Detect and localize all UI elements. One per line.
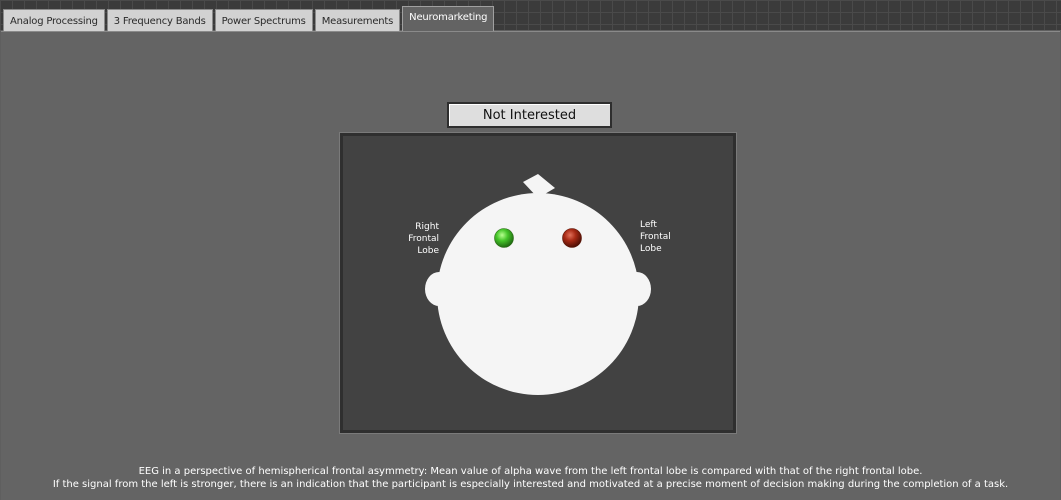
head-display-frame xyxy=(340,133,736,433)
head-shape xyxy=(437,193,639,395)
head-diagram xyxy=(425,174,651,395)
right-frontal-led xyxy=(494,228,514,248)
tab-3-frequency-bands[interactable]: 3 Frequency Bands xyxy=(106,9,213,32)
tab-bar: Analog Processing 3 Frequency Bands Powe… xyxy=(3,6,495,32)
tab-neuromarketing[interactable]: Neuromarketing xyxy=(402,6,495,32)
left-frontal-lobe-label: Left Frontal Lobe xyxy=(640,220,671,254)
interest-status-indicator: Not Interested xyxy=(447,102,612,128)
right-frontal-lobe-label: Right Frontal Lobe xyxy=(408,222,439,256)
description-line-1: EEG in a perspective of hemispherical fr… xyxy=(138,466,923,477)
tab-measurements[interactable]: Measurements xyxy=(314,9,401,32)
tab-analog-processing[interactable]: Analog Processing xyxy=(3,9,105,32)
tab-power-spectrums[interactable]: Power Spectrums xyxy=(214,9,313,32)
description-line-2: If the signal from the left is stronger,… xyxy=(52,479,1009,490)
left-frontal-led xyxy=(562,228,582,248)
